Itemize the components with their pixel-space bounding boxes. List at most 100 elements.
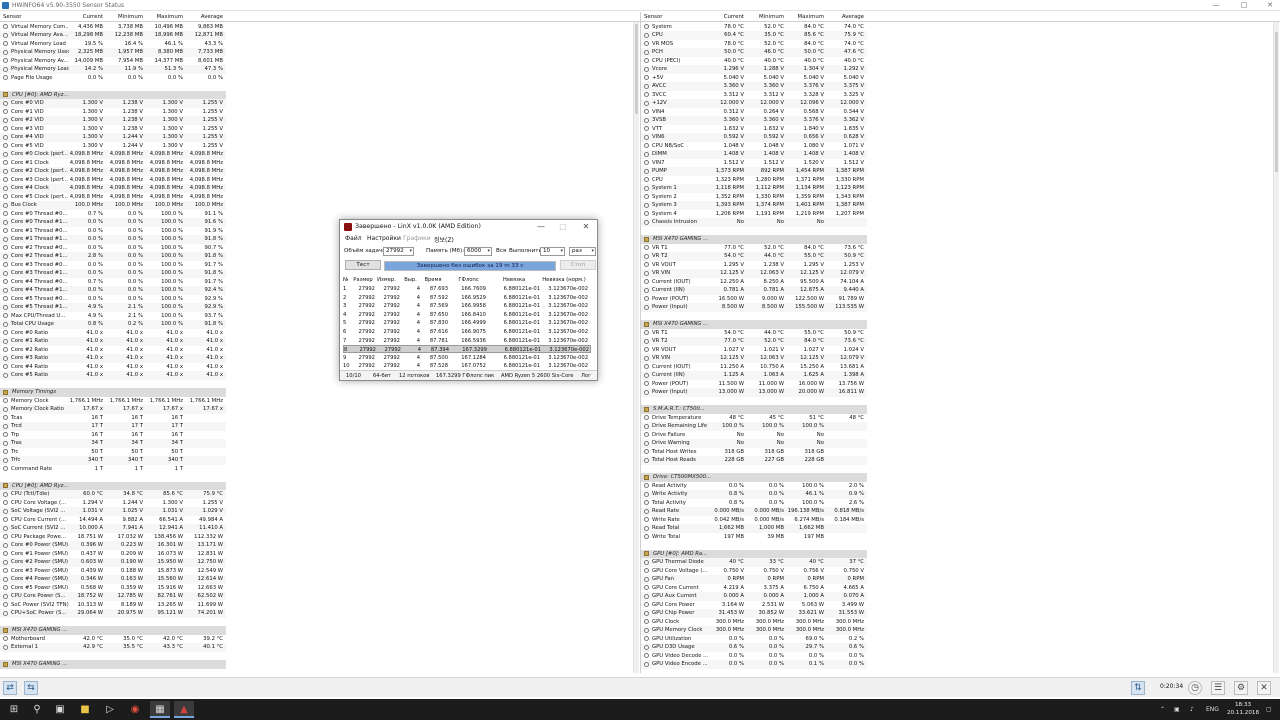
sensor-row[interactable]: Core #0 VID 1.300 V 1.238 V 1.300 V 1.255 V: [0, 99, 226, 108]
sensor-row[interactable]: Write Total 197 MB 39 MB 197 MB: [641, 533, 867, 542]
sensor-row[interactable]: PCH 50.0 °C 46.0 °C 50.0 °C 47.6 °C: [641, 48, 867, 57]
sensor-row[interactable]: Core #5 Power (SMU) 0.568 W 0.359 W 15.916 …: [0, 584, 226, 593]
sensor-row[interactable]: Core #2 Ratio 41.0 x 41.0 x 41.0 x 41.0 x: [0, 346, 226, 355]
sensor-group-header[interactable]: GPU [#0]: AMD Ra...: [641, 549, 867, 558]
start-button[interactable]: ⊞: [4, 701, 24, 718]
task-view-icon[interactable]: ▣: [50, 701, 70, 718]
sensor-row[interactable]: GPU Memory Clock 300.0 MHz 300.0 MHz 300.0 …: [641, 626, 867, 635]
linx-taskbar-icon[interactable]: ▲: [174, 701, 194, 718]
sensor-row[interactable]: VR VOUT 1.295 V 1.238 V 1.295 V 1.253 V: [641, 261, 867, 270]
sensor-row[interactable]: Total CPU Usage 0.8 % 0.2 % 100.0 % 91.8 %: [0, 320, 226, 329]
sensor-row[interactable]: CPU+SoC Power (S... 29.064 W 20.975 W 95.12…: [0, 609, 226, 618]
run-count-select[interactable]: 10 ▾: [540, 247, 565, 256]
sensor-row[interactable]: Power (POUT) 16.500 W 9.000 W 122.500 W 91.7…: [641, 295, 867, 304]
col-sensor-header[interactable]: Sensor: [644, 13, 662, 21]
sensor-row[interactable]: Chassis Intrusion No No No: [641, 218, 867, 227]
sensor-row[interactable]: Physical Memory Load 14.2 % 11.9 % 51.3 % 47…: [0, 65, 226, 74]
sensor-row[interactable]: System 2 1,352 RPM 1,330 RPM 1,359 RPM 1,343…: [641, 193, 867, 202]
sensor-row[interactable]: Core #0 Thread #0... 0.7 % 0.0 % 100.0 % 91.…: [0, 210, 226, 219]
sensor-row[interactable]: VIN4 0.312 V 0.264 V 0.568 V 0.344 V: [641, 108, 867, 117]
sensor-row[interactable]: Memory Clock 1,766.1 MHz 1,766.1 MHz 1,766.…: [0, 397, 226, 406]
sensor-group-header[interactable]: MSI X470 GAMING ...: [641, 235, 867, 244]
col-maximum-header[interactable]: Maximum: [140, 13, 183, 21]
sensor-row[interactable]: Read Rate 0.000 MB/s 0.000 MB/s 196.138 MB/…: [641, 507, 867, 516]
sensor-row[interactable]: Physical Memory Used 2,325 MB 1,957 MB 8,38…: [0, 48, 226, 57]
sensor-row[interactable]: SoC Power (SVI2 TFN) 10.313 W 8.189 W 13.26…: [0, 601, 226, 610]
volume-icon[interactable]: ♪: [1190, 702, 1194, 717]
sensor-row[interactable]: Tcas 16 T 16 T 16 T: [0, 414, 226, 423]
sensor-row[interactable]: GPU Core Current 4.219 A 3.375 A 6.750 A 4.6…: [641, 584, 867, 593]
col-current-header[interactable]: Current: [60, 13, 103, 21]
results-row[interactable]: 6 27992 27992 4 87.616 166.9075 6.880121e-01 3.…: [343, 328, 591, 336]
sensor-row[interactable]: Page File Usage 0.0 % 0.0 % 0.0 % 0.0 %: [0, 74, 226, 83]
col-maximum-header[interactable]: Maximum: [781, 13, 824, 21]
col-sensor-header[interactable]: Sensor: [3, 13, 21, 21]
sensor-row[interactable]: Drive Failure No No No: [641, 431, 867, 440]
chrome-icon[interactable]: ◉: [125, 701, 145, 718]
sensor-row[interactable]: Core #2 VID 1.300 V 1.238 V 1.300 V 1.255 V: [0, 116, 226, 125]
sensor-row[interactable]: CPU Core Power (S... 18.752 W 12.785 W 82.7…: [0, 592, 226, 601]
test-button[interactable]: Тест: [345, 260, 381, 270]
sensor-row[interactable]: Core #3 Ratio 41.0 x 41.0 x 41.0 x 41.0 x: [0, 354, 226, 363]
sensor-row[interactable]: DIMM 1.408 V 1.408 V 1.408 V 1.408 V: [641, 150, 867, 159]
sensor-row[interactable]: Write Activity 0.8 % 0.0 % 46.1 % 0.9 %: [641, 490, 867, 499]
sensor-row[interactable]: Drive Warning No No No: [641, 439, 867, 448]
scroll-left-icon[interactable]: ⇄: [3, 681, 17, 695]
sensor-row[interactable]: AVCC 3.360 V 3.360 V 3.376 V 3.375 V: [641, 82, 867, 91]
results-row[interactable]: 5 27992 27992 4 87.830 166.4999 6.880121e-01 3.…: [343, 319, 591, 327]
sensor-row[interactable]: Core #3 Power (SMU) 0.439 W 0.188 W 15.873 …: [0, 567, 226, 576]
sensor-row[interactable]: Physical Memory Av... 14,009 MB 7,954 MB 14…: [0, 57, 226, 66]
sensor-row[interactable]: Core #4 VID 1.300 V 1.244 V 1.300 V 1.255 V: [0, 133, 226, 142]
sensor-row[interactable]: GPU Chip Power 31.453 W 30.852 W 33.621 W 31…: [641, 609, 867, 618]
sensor-row[interactable]: Core #3 Thread #1... 0.0 % 0.0 % 100.0 % 91.…: [0, 269, 226, 278]
all-memory-label[interactable]: Вся: [496, 248, 506, 254]
sensor-group-header[interactable]: CPU [#0]: AMD Ryz...: [0, 481, 226, 490]
stop-button[interactable]: Стоп: [560, 260, 596, 270]
sensor-group-header[interactable]: Memory Timings: [0, 388, 226, 397]
sensor-row[interactable]: VIN7 1.512 V 1.512 V 1.520 V 1.512 V: [641, 159, 867, 168]
sensor-row[interactable]: GPU Core Voltage (... 0.750 V 0.750 V 0.756…: [641, 567, 867, 576]
results-row[interactable]: 4 27992 27992 4 87.650 166.8410 6.880121e-01 3.…: [343, 311, 591, 319]
sensor-row[interactable]: VR VIN 12.125 V 12.063 V 12.125 V 12.079 V: [641, 354, 867, 363]
sensor-row[interactable]: GPU Aux Current 0.000 A 0.000 A 1.000 A 0.07…: [641, 592, 867, 601]
sensor-row[interactable]: Trfc 340 T 340 T 340 T: [0, 456, 226, 465]
left-scrollbar[interactable]: [633, 22, 639, 673]
sensor-row[interactable]: GPU Core Power 3.164 W 2.531 W 5.063 W 3.499…: [641, 601, 867, 610]
sensor-row[interactable]: 3VCC 3.312 V 3.312 V 3.328 V 3.325 V: [641, 91, 867, 100]
linx-window[interactable]: Завершено - LinX v1.0.0K (AMD Edition) —…: [339, 219, 598, 381]
col-minimum-header[interactable]: Minimum: [100, 13, 143, 21]
sensor-row[interactable]: Vcore 1.296 V 1.288 V 1.304 V 1.292 V: [641, 65, 867, 74]
sensor-row[interactable]: Motherboard 42.0 °C 35.0 °C 42.0 °C 39.2 °C: [0, 635, 226, 644]
network-icon[interactable]: ⇅: [1131, 681, 1145, 695]
sensor-row[interactable]: Core #5 Thread #1... 4.9 % 2.1 % 100.0 % 92.…: [0, 303, 226, 312]
sensor-row[interactable]: VR T1 77.0 °C 52.0 °C 84.0 °C 73.6 °C: [641, 244, 867, 253]
sensor-row[interactable]: Current (IOUT) 11.250 A 10.750 A 15.250 A 13…: [641, 363, 867, 372]
sensor-row[interactable]: Total Activity 0.8 % 0.0 % 100.0 % 2.6 %: [641, 499, 867, 508]
sensor-row[interactable]: System 78.0 °C 52.0 °C 84.0 °C 74.0 °C: [641, 23, 867, 32]
search-icon[interactable]: ⚲: [27, 701, 47, 718]
sensor-row[interactable]: +5V 5.040 V 5.040 V 5.040 V 5.040 V: [641, 74, 867, 83]
notifications-icon[interactable]: ▢: [1266, 702, 1272, 717]
sensor-group-header[interactable]: Drive: CT500MX500...: [641, 473, 867, 482]
right-sensor-panel[interactable]: Sensor Current Minimum Maximum Average S…: [640, 12, 1280, 673]
sensor-row[interactable]: 3VSB 3.360 V 3.360 V 3.376 V 3.362 V: [641, 116, 867, 125]
sensor-row[interactable]: VIN6 0.592 V 0.592 V 0.656 V 0.628 V: [641, 133, 867, 142]
col-average-header[interactable]: Average: [180, 13, 223, 21]
sensor-row[interactable]: Trcd 17 T 17 T 17 T: [0, 422, 226, 431]
sensor-row[interactable]: Power (POUT) 11.500 W 11.000 W 16.000 W 13.7…: [641, 380, 867, 389]
sensor-row[interactable]: CPU 1,323 RPM 1,280 RPM 1,371 RPM 1,330 RPM: [641, 176, 867, 185]
problem-size-select[interactable]: 27992 ▾: [383, 247, 414, 256]
sensor-row[interactable]: CPU NB/SoC 1.048 V 1.048 V 1.080 V 1.071 V: [641, 142, 867, 151]
sensor-row[interactable]: Max CPU/Thread U... 4.9 % 2.1 % 100.0 % 93.7…: [0, 312, 226, 321]
maximize-button[interactable]: □: [1232, 0, 1256, 11]
sensor-row[interactable]: Current (IOUT) 12.250 A 8.250 A 95.500 A 74.…: [641, 278, 867, 287]
results-row[interactable]: 3 27992 27992 4 87.569 166.9958 6.880121e-01 3.…: [343, 302, 591, 310]
sensor-row[interactable]: Core #5 Ratio 41.0 x 41.0 x 41.0 x 41.0 x: [0, 371, 226, 380]
results-row[interactable]: 8 27992 27992 4 87.394 167.3299 6.880121e-01 3.…: [343, 345, 591, 354]
sensor-row[interactable]: Core #4 Power (SMU) 0.346 W 0.163 W 15.560 …: [0, 575, 226, 584]
sensor-row[interactable]: Core #4 Ratio 41.0 x 41.0 x 41.0 x 41.0 x: [0, 363, 226, 372]
sensor-row[interactable]: Core #0 Thread #1... 0.0 % 0.0 % 100.0 % 91.…: [0, 218, 226, 227]
sensor-row[interactable]: VR VIN 12.125 V 12.063 V 12.125 V 12.079 V: [641, 269, 867, 278]
sensor-row[interactable]: CPU (Tctl/Tdie) 60.0 °C 34.8 °C 85.6 °C 75.9…: [0, 490, 226, 499]
sensor-row[interactable]: Trp 16 T 16 T 16 T: [0, 431, 226, 440]
